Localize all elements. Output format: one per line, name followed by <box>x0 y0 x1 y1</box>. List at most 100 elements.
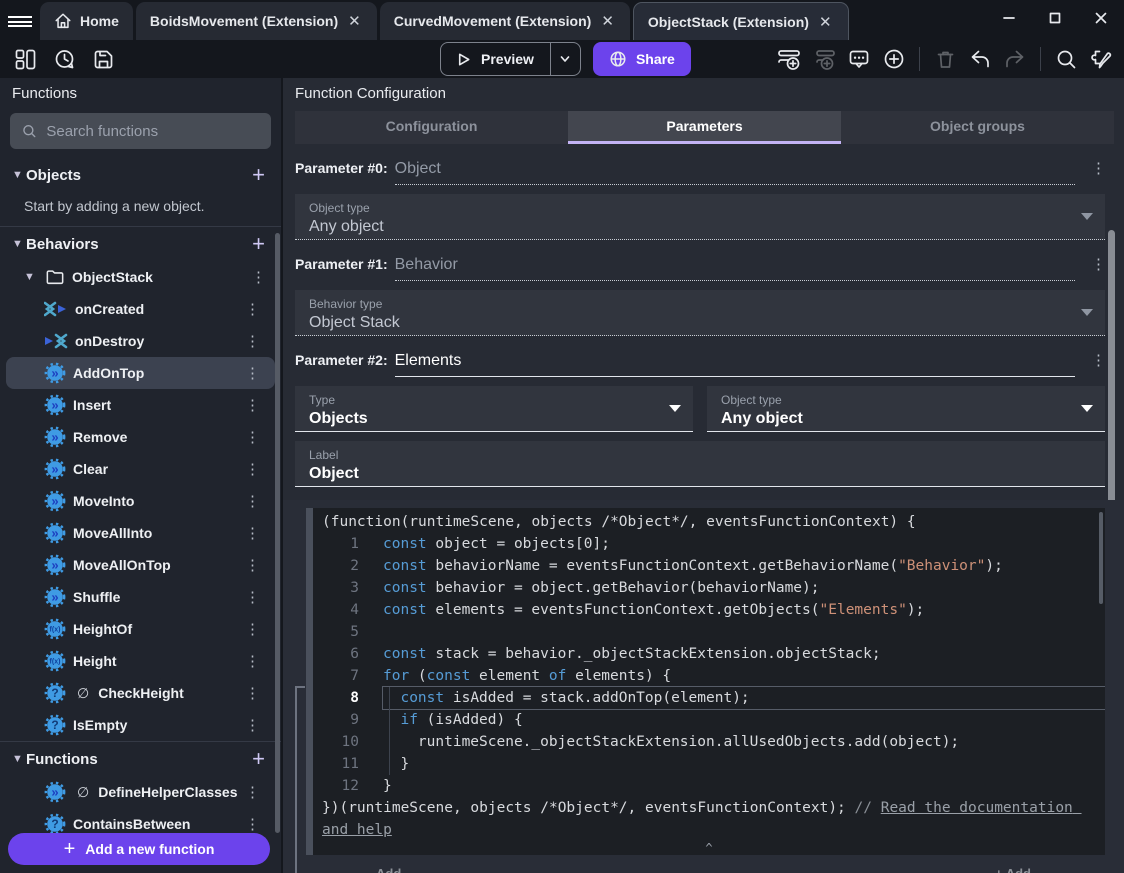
code-line[interactable]: 11 } <box>313 753 1105 775</box>
tab-home[interactable]: Home <box>40 2 133 40</box>
object-type-select[interactable]: Object type Any object <box>707 386 1105 432</box>
parameter-menu-icon[interactable]: ⋮ <box>1091 351 1106 369</box>
item-menu-icon[interactable]: ⋮ <box>245 652 260 670</box>
preview-button[interactable]: Preview <box>441 43 550 75</box>
item-menu-icon[interactable]: ⋮ <box>245 716 260 734</box>
caret-down-icon[interactable]: ▼ <box>12 169 26 181</box>
code-line[interactable]: 4 const elements = eventsFunctionContext.… <box>313 599 1105 621</box>
item-menu-icon[interactable]: ⋮ <box>251 268 266 286</box>
parameters-scrollbar[interactable] <box>1108 230 1115 542</box>
code-line[interactable]: 10 runtimeScene._objectStackExtension.al… <box>313 731 1105 753</box>
close-tab-icon[interactable]: ✕ <box>346 12 363 30</box>
sidebar-item-heightof[interactable]: f(x) HeightOf ⋮ <box>6 613 275 645</box>
tab-configuration[interactable]: Configuration <box>295 111 568 144</box>
sidebar-item-height[interactable]: f(x) Height ⋮ <box>6 645 275 677</box>
section-objects[interactable]: ▼ Objects + <box>0 158 281 192</box>
tab-objectstack[interactable]: ObjectStack (Extension) ✕ <box>632 2 849 40</box>
add-event-button[interactable] <box>776 46 802 72</box>
preview-options-button[interactable] <box>549 43 580 75</box>
code-line[interactable]: 2 const behaviorName = eventsFunctionCont… <box>313 555 1105 577</box>
label-field[interactable]: Label Object <box>295 441 1105 487</box>
project-manager-button[interactable] <box>12 46 38 72</box>
search-input[interactable] <box>46 122 259 140</box>
history-button[interactable] <box>51 46 77 72</box>
tab-parameters[interactable]: Parameters <box>568 111 841 144</box>
behavior-type-select[interactable]: Behavior type Object Stack <box>295 290 1105 336</box>
search-events-button[interactable] <box>1053 46 1079 72</box>
code-line[interactable]: 5 <box>313 621 1105 643</box>
sidebar-item-checkheight[interactable]: ? ∅ CheckHeight ⋮ <box>6 677 275 709</box>
item-menu-icon[interactable]: ⋮ <box>245 460 260 478</box>
add-free-function-button[interactable]: + <box>246 746 271 772</box>
code-line[interactable]: 7 for (const element of elements) { <box>313 665 1105 687</box>
section-behaviors[interactable]: ▼ Behaviors + <box>0 227 281 261</box>
sidebar-item-insert[interactable]: » Insert ⋮ <box>6 389 275 421</box>
sidebar-item-clear[interactable]: » Clear ⋮ <box>6 453 275 485</box>
search-box[interactable] <box>10 113 271 149</box>
add-object-button[interactable]: + <box>246 162 271 188</box>
item-menu-icon[interactable]: ⋮ <box>245 620 260 638</box>
code-line[interactable]: 1 const object = objects[0]; <box>313 533 1105 555</box>
undo-button[interactable] <box>967 46 993 72</box>
code-line[interactable]: 9 if (isAdded) { <box>313 709 1105 731</box>
parameter-name-input[interactable]: Object <box>394 160 1075 185</box>
code-line[interactable]: 8 const isAdded = stack.addOnTop(element… <box>313 687 1105 709</box>
caret-down-icon[interactable]: ▼ <box>24 271 38 283</box>
item-menu-icon[interactable]: ⋮ <box>245 364 260 382</box>
code-line[interactable]: 3 const behavior = object.getBehavior(beh… <box>313 577 1105 599</box>
item-menu-icon[interactable]: ⋮ <box>245 492 260 510</box>
item-menu-icon[interactable]: ⋮ <box>245 300 260 318</box>
save-button[interactable] <box>90 46 116 72</box>
item-menu-icon[interactable]: ⋮ <box>245 428 260 446</box>
sidebar-item-remove[interactable]: » Remove ⋮ <box>6 421 275 453</box>
close-tab-icon[interactable]: ✕ <box>817 13 834 31</box>
sidebar-item-addontop[interactable]: » AddOnTop ⋮ <box>6 357 275 389</box>
tab-boidsmovement[interactable]: BoidsMovement (Extension) ✕ <box>135 2 377 40</box>
sidebar-item-oncreated[interactable]: onCreated ⋮ <box>6 293 275 325</box>
parameter-menu-icon[interactable]: ⋮ <box>1091 159 1106 177</box>
add-more-button[interactable] <box>881 46 907 72</box>
caret-down-icon[interactable]: ▼ <box>12 238 26 250</box>
code-line[interactable]: 6 const stack = behavior._objectStackExte… <box>313 643 1105 665</box>
sidebar-item-moveallontop[interactable]: » MoveAllOnTop ⋮ <box>6 549 275 581</box>
object-type-select[interactable]: Object type Any object <box>295 194 1105 240</box>
type-select[interactable]: Type Objects <box>295 386 693 432</box>
sidebar-item-ondestroy[interactable]: onDestroy ⋮ <box>6 325 275 357</box>
item-menu-icon[interactable]: ⋮ <box>245 588 260 606</box>
sidebar-item-moveinto[interactable]: » MoveInto ⋮ <box>6 485 275 517</box>
redo-button[interactable] <box>1002 46 1028 72</box>
code-line[interactable]: 12} <box>313 775 1105 797</box>
add-new-function-button[interactable]: + Add a new function <box>8 833 270 865</box>
share-button[interactable]: Share <box>592 42 691 76</box>
delete-button[interactable] <box>932 46 958 72</box>
close-tab-icon[interactable]: ✕ <box>599 12 616 30</box>
sidebar-item-shuffle[interactable]: » Shuffle ⋮ <box>6 581 275 613</box>
add-subevent-button[interactable] <box>811 46 837 72</box>
item-menu-icon[interactable]: ⋮ <box>245 332 260 350</box>
item-menu-icon[interactable]: ⋮ <box>245 396 260 414</box>
edit-extension-button[interactable] <box>1088 46 1114 72</box>
tab-object-groups[interactable]: Object groups <box>841 111 1114 144</box>
item-menu-icon[interactable]: ⋮ <box>245 556 260 574</box>
behavior-group-objectstack[interactable]: ▼ ObjectStack ⋮ <box>0 261 281 293</box>
item-menu-icon[interactable]: ⋮ <box>245 524 260 542</box>
item-menu-icon[interactable]: ⋮ <box>245 815 260 833</box>
sidebar-item-moveallinto[interactable]: » MoveAllInto ⋮ <box>6 517 275 549</box>
parameter-name-input[interactable]: Behavior <box>394 256 1075 281</box>
close-window-button[interactable] <box>1078 3 1124 33</box>
minimize-button[interactable] <box>986 3 1032 33</box>
collapse-editor-icon[interactable]: ^ <box>313 841 1105 855</box>
code-scrollbar[interactable] <box>1099 512 1103 604</box>
item-menu-icon[interactable]: ⋮ <box>245 684 260 702</box>
javascript-code-event[interactable]: (function(runtimeScene, objects /*Object… <box>306 508 1105 855</box>
code-event-handle[interactable] <box>306 508 313 855</box>
tab-curvedmovement[interactable]: CurvedMovement (Extension) ✕ <box>379 2 630 40</box>
menu-button[interactable] <box>0 2 40 40</box>
caret-down-icon[interactable]: ▼ <box>12 753 26 765</box>
item-menu-icon[interactable]: ⋮ <box>245 783 260 801</box>
sidebar-item-definehelperclasses[interactable]: » ∅ DefineHelperClasses ⋮ <box>6 776 275 808</box>
section-functions[interactable]: ▼ Functions + <box>0 742 281 776</box>
add-behavior-button[interactable]: + <box>246 231 271 257</box>
parameter-name-input[interactable]: Elements <box>394 352 1075 377</box>
maximize-button[interactable] <box>1032 3 1078 33</box>
